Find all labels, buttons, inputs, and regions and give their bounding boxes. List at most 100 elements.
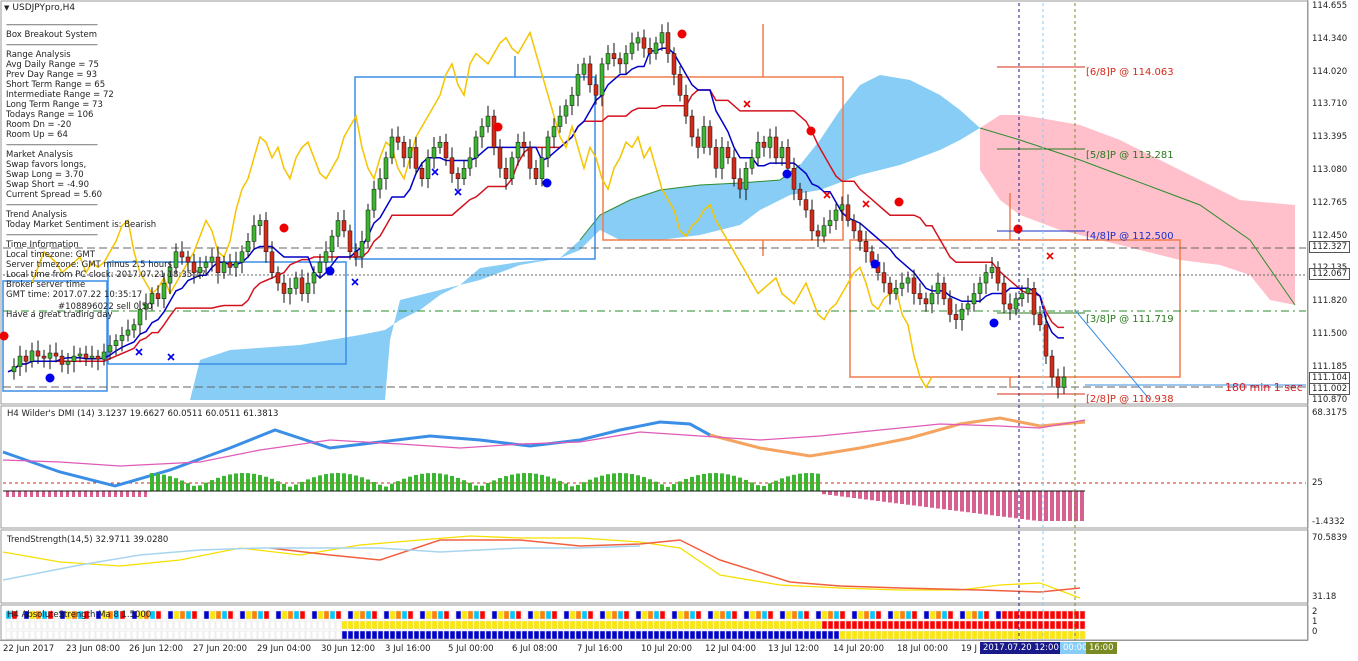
dmi-hist-bar [732, 475, 736, 491]
candle-body [305, 282, 311, 294]
candlesticks [11, 22, 1067, 399]
candle-body [929, 293, 935, 305]
candle-body [293, 277, 299, 289]
dmi-hist-bar [972, 491, 976, 513]
abs-cell [293, 620, 300, 630]
abs-cell [377, 620, 384, 630]
abs-cell [473, 620, 480, 630]
abs-cell [371, 630, 378, 640]
abs-cell [1031, 610, 1038, 620]
time-tick-label: 26 Jun 12:00 [129, 644, 183, 654]
abs-cell [341, 620, 348, 630]
dmi-hist-bar [498, 478, 502, 491]
dmi-hist-bar [174, 478, 178, 491]
abs-cell [35, 620, 42, 630]
abs-cell [485, 610, 492, 620]
level-6-8-label: [6/8]P @ 114.063 [1086, 67, 1174, 78]
abs-cell [1049, 620, 1056, 630]
abs-cell [191, 630, 198, 640]
buy-dot [989, 318, 999, 328]
dmi-hist-bar [558, 480, 562, 491]
abs-cell [353, 610, 360, 620]
candle-body [323, 251, 329, 263]
abs-axis-1: 1 [1312, 617, 1318, 627]
abs-cell [455, 630, 462, 640]
info-line: Swap favors longs, [6, 160, 87, 170]
abs-cell [389, 620, 396, 630]
abs-cell [449, 620, 456, 630]
abs-cell [629, 620, 636, 630]
abs-cell [11, 630, 18, 640]
abs-cell [641, 610, 648, 620]
sell-dot [0, 331, 9, 341]
candle-body [581, 63, 587, 75]
abs-cell [65, 620, 72, 630]
dmi-hist-bar [672, 484, 676, 491]
abs-cell [869, 610, 876, 620]
info-line: Market Analysis [6, 150, 73, 160]
dmi-hist-bar [564, 483, 568, 491]
abs-cell [977, 610, 984, 620]
abs-cell [599, 610, 606, 620]
abs-cell [389, 610, 396, 620]
abs-cell [923, 620, 930, 630]
candle-body [431, 147, 437, 159]
collapse-icon[interactable]: ▼ [4, 4, 9, 12]
candle-body [95, 355, 101, 360]
abs-cell [617, 630, 624, 640]
time-axis[interactable]: 22 Jun 2017 23 Jun 08:00 26 Jun 12:00 27 Ju… [0, 640, 1308, 661]
chart-title[interactable]: ▼ USDJPYpro,H4 [4, 3, 75, 13]
dmi-hist-bar [738, 477, 742, 491]
adx-line-2 [709, 416, 1086, 458]
candle-body [1061, 376, 1067, 388]
abs-cell [1019, 610, 1026, 620]
price-axis[interactable]: 114.655 114.340 114.020 113.710 113.395 113.0… [1307, 0, 1358, 640]
info-line: Long Term Range = 73 [6, 100, 103, 110]
abs-cell [137, 630, 144, 640]
abs-cell [317, 630, 324, 640]
abs-cell [233, 630, 240, 640]
chart-canvas[interactable] [0, 0, 1358, 660]
dmi-hist-bar [1008, 491, 1012, 518]
candle-body [959, 308, 965, 320]
dmi-hist-bar [210, 480, 214, 491]
abs-cell [1025, 620, 1032, 630]
dmi-hist-bar [108, 491, 111, 497]
candle-body [905, 277, 911, 284]
dmi-hist-bar [990, 491, 994, 516]
dmi-hist-bar [1062, 491, 1066, 521]
dmi-hist-bar [42, 491, 45, 497]
candle-body [719, 147, 725, 169]
abs-cell [185, 620, 192, 630]
candle-body [173, 251, 179, 268]
sell-dot [1013, 224, 1023, 234]
abs-cell [29, 620, 36, 630]
abs-cell [737, 620, 744, 630]
dmi-hist-bar [588, 479, 592, 491]
dmi-hist-bar [798, 473, 802, 491]
abs-cell [89, 630, 96, 640]
price-tick-label: 114.340 [1312, 33, 1348, 44]
abs-cell [809, 630, 816, 640]
abs-cell [257, 610, 264, 620]
abs-cell [941, 630, 948, 640]
dmi-hist-bar [684, 478, 688, 491]
dmi-hist-bar [48, 491, 51, 497]
abs-cell [647, 630, 654, 640]
dmi-hist-bar [480, 485, 484, 491]
abs-cell [665, 630, 672, 640]
abs-cell [833, 610, 840, 620]
candle-body [893, 288, 899, 294]
abs-cell [707, 620, 714, 630]
candle-body [731, 157, 737, 179]
abs-cell [419, 620, 426, 630]
candle-body [941, 282, 947, 300]
abs-cell [155, 630, 162, 640]
abs-cell [215, 620, 222, 630]
candle-body [83, 353, 89, 359]
abs-cell [599, 630, 606, 640]
candle-body [623, 53, 629, 65]
abs-cell [545, 620, 552, 630]
dmi-hist-bar [192, 485, 196, 491]
abs-cell [203, 630, 210, 640]
